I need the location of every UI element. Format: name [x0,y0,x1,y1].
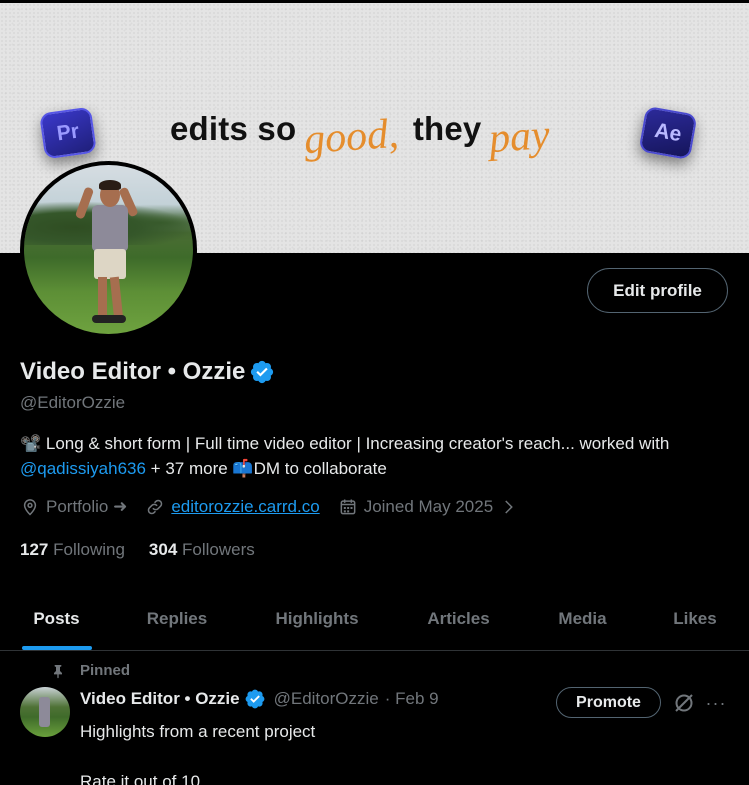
verified-icon[interactable] [249,359,275,385]
banner-text-script-2: pay [487,111,552,163]
profile-tabs: Posts Replies Highlights Articles Media … [0,588,749,651]
followers-label: Followers [182,540,255,559]
bio-text-suffix: + 37 more 📫DM to collaborate [145,459,387,478]
tab-highlights[interactable]: Highlights [241,588,393,650]
tab-articles-label: Articles [427,609,490,628]
bio-mention-link[interactable]: @qadissiyah636 [20,459,146,478]
tab-replies[interactable]: Replies [113,588,241,650]
following-count: 127 [20,540,49,559]
following-link[interactable]: 127 Following [20,540,125,560]
profile-avatar[interactable] [20,161,197,338]
tab-media-label: Media [558,609,607,628]
tab-highlights-label: Highlights [275,609,359,628]
post-text-line: Highlights from a recent project [80,722,316,741]
profile-joined[interactable]: Joined May 2025 [338,497,517,517]
post-author-handle[interactable]: @EditorOzzie [274,689,379,709]
profile-location: Portfolio ➜ [20,497,127,517]
post-header: Video Editor • Ozzie @EditorOzzie · Feb … [80,688,439,710]
followers-link[interactable]: 304 Followers [149,540,255,560]
post-text-line [80,744,720,769]
active-tab-indicator [21,646,92,650]
profile-meta: Portfolio ➜ editorozzie.carrd.co Joined … [20,497,535,517]
avatar-photo [24,165,193,334]
location-icon [23,499,37,516]
follow-stats: 127 Following 304 Followers [20,540,255,560]
tab-media[interactable]: Media [524,588,641,650]
profile-display-name: Video Editor • Ozzie [20,358,275,386]
after-effects-logo: Ae [638,105,698,161]
banner-slogan: edits so good, they pay [170,103,564,163]
edit-profile-button[interactable]: Edit profile [587,268,728,313]
tab-posts-label: Posts [33,609,80,628]
website-link[interactable]: editorozzie.carrd.co [171,497,319,517]
grok-icon[interactable] [672,691,696,715]
post-text-line: Rate it out of 10 [80,772,201,785]
calendar-icon [340,499,356,515]
pinned-indicator: Pinned [50,662,130,679]
post-text: Highlights from a recent project Rate it… [80,719,720,785]
display-name-text: Video Editor • Ozzie [20,358,246,385]
joined-text: Joined May 2025 [363,497,494,516]
followers-count: 304 [148,540,178,559]
post-author-name[interactable]: Video Editor • Ozzie [80,689,240,709]
tab-likes[interactable]: Likes [641,588,749,650]
tab-replies-label: Replies [146,609,208,628]
more-icon[interactable]: ··· [704,691,728,715]
tab-likes-label: Likes [673,609,717,628]
tab-articles[interactable]: Articles [393,588,524,650]
chevron-right-icon[interactable] [499,498,517,516]
verified-icon[interactable] [244,688,266,710]
premiere-pro-logo: Pr [39,106,97,160]
profile-bio: 📽️ Long & short form | Full time video e… [20,431,730,481]
tab-posts[interactable]: Posts [0,588,113,650]
banner-text-script-1: good, [302,110,401,164]
link-icon [148,499,163,515]
following-label: Following [53,540,125,559]
promote-button[interactable]: Promote [556,687,661,718]
bio-text: 📽️ Long & short form | Full time video e… [20,434,670,453]
post-author-avatar[interactable] [20,687,70,737]
profile-website[interactable]: editorozzie.carrd.co [145,497,320,517]
pinned-label: Pinned [80,662,131,679]
banner-text-bold-1: edits so [170,110,297,147]
banner-text-bold-2: they [412,110,482,147]
location-text: Portfolio ➜ [46,497,128,516]
post-date[interactable]: · Feb 9 [385,689,439,709]
pin-icon [54,664,62,678]
profile-handle: @EditorOzzie [20,393,126,412]
